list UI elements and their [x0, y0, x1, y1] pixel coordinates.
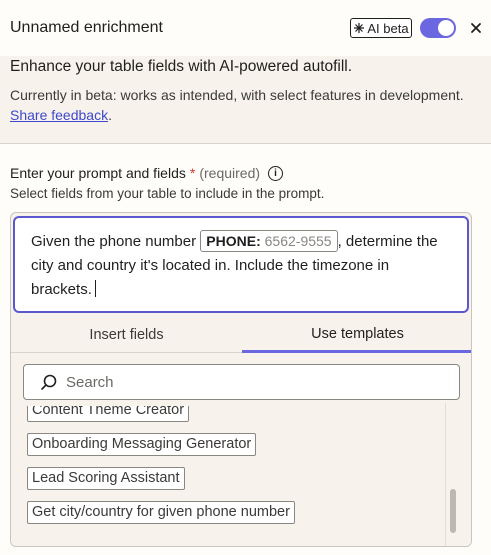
prompt-panel: Given the phone number PHONE: 6562-9555,… — [10, 212, 472, 547]
prompt-label-text: Enter your prompt and fields — [10, 165, 186, 181]
scroll-thumb[interactable] — [450, 489, 456, 533]
prompt-editor[interactable]: Given the phone number PHONE: 6562-9555,… — [13, 216, 469, 313]
template-item-onboarding[interactable]: Onboarding Messaging Generator — [27, 433, 257, 456]
ai-beta-badge: AI beta — [350, 18, 412, 38]
enrichment-toggle[interactable] — [420, 18, 456, 38]
chip-key: PHONE: — [206, 233, 261, 249]
intro-desc-text: Currently in beta: works as intended, wi… — [10, 87, 464, 103]
intro-description: Currently in beta: works as intended, wi… — [10, 85, 480, 125]
search-icon — [41, 374, 57, 390]
prompt-text-before: Given the phone number — [31, 233, 197, 250]
tab-use-templates[interactable]: Use templates — [242, 317, 471, 353]
tab-bar: Insert fields Use templates — [11, 317, 471, 353]
search-placeholder: Search — [66, 373, 114, 391]
link-suffix: . — [108, 107, 112, 123]
share-feedback-link[interactable]: Share feedback — [10, 107, 108, 123]
template-scrollbar[interactable] — [445, 403, 459, 546]
template-list: Content Theme Creator Onboarding Messagi… — [27, 406, 447, 546]
info-icon[interactable]: i — [268, 165, 284, 181]
ai-beta-label: AI beta — [367, 20, 409, 36]
field-chip-phone[interactable]: PHONE: 6562-9555 — [200, 230, 338, 252]
templates-panel: Search Content Theme Creator Onboarding … — [11, 353, 471, 546]
prompt-label: Enter your prompt and fields * (required… — [10, 165, 284, 181]
header: Unnamed enrichment — [0, 0, 491, 56]
template-item-city-country[interactable]: Get city/country for given phone number — [27, 501, 295, 524]
template-item-lead-scoring[interactable]: Lead Scoring Assistant — [27, 467, 185, 490]
template-item-content-theme[interactable]: Content Theme Creator — [27, 406, 190, 422]
toggle-knob — [438, 20, 454, 36]
required-star: * — [189, 165, 196, 181]
intro-heading: Enhance your table fields with AI-powere… — [10, 58, 353, 75]
page-title: Unnamed enrichment — [10, 19, 163, 36]
search-input[interactable]: Search — [23, 364, 460, 400]
chip-value: 6562-9555 — [264, 233, 332, 249]
sparkle-icon — [354, 23, 365, 33]
required-text: (required) — [199, 165, 261, 181]
tab-insert-fields[interactable]: Insert fields — [11, 317, 242, 353]
intro-section: Enhance your table fields with AI-powere… — [0, 56, 491, 144]
prompt-sublabel: Select fields from your table to include… — [10, 186, 325, 201]
close-icon[interactable] — [466, 18, 486, 38]
text-caret — [94, 280, 96, 297]
